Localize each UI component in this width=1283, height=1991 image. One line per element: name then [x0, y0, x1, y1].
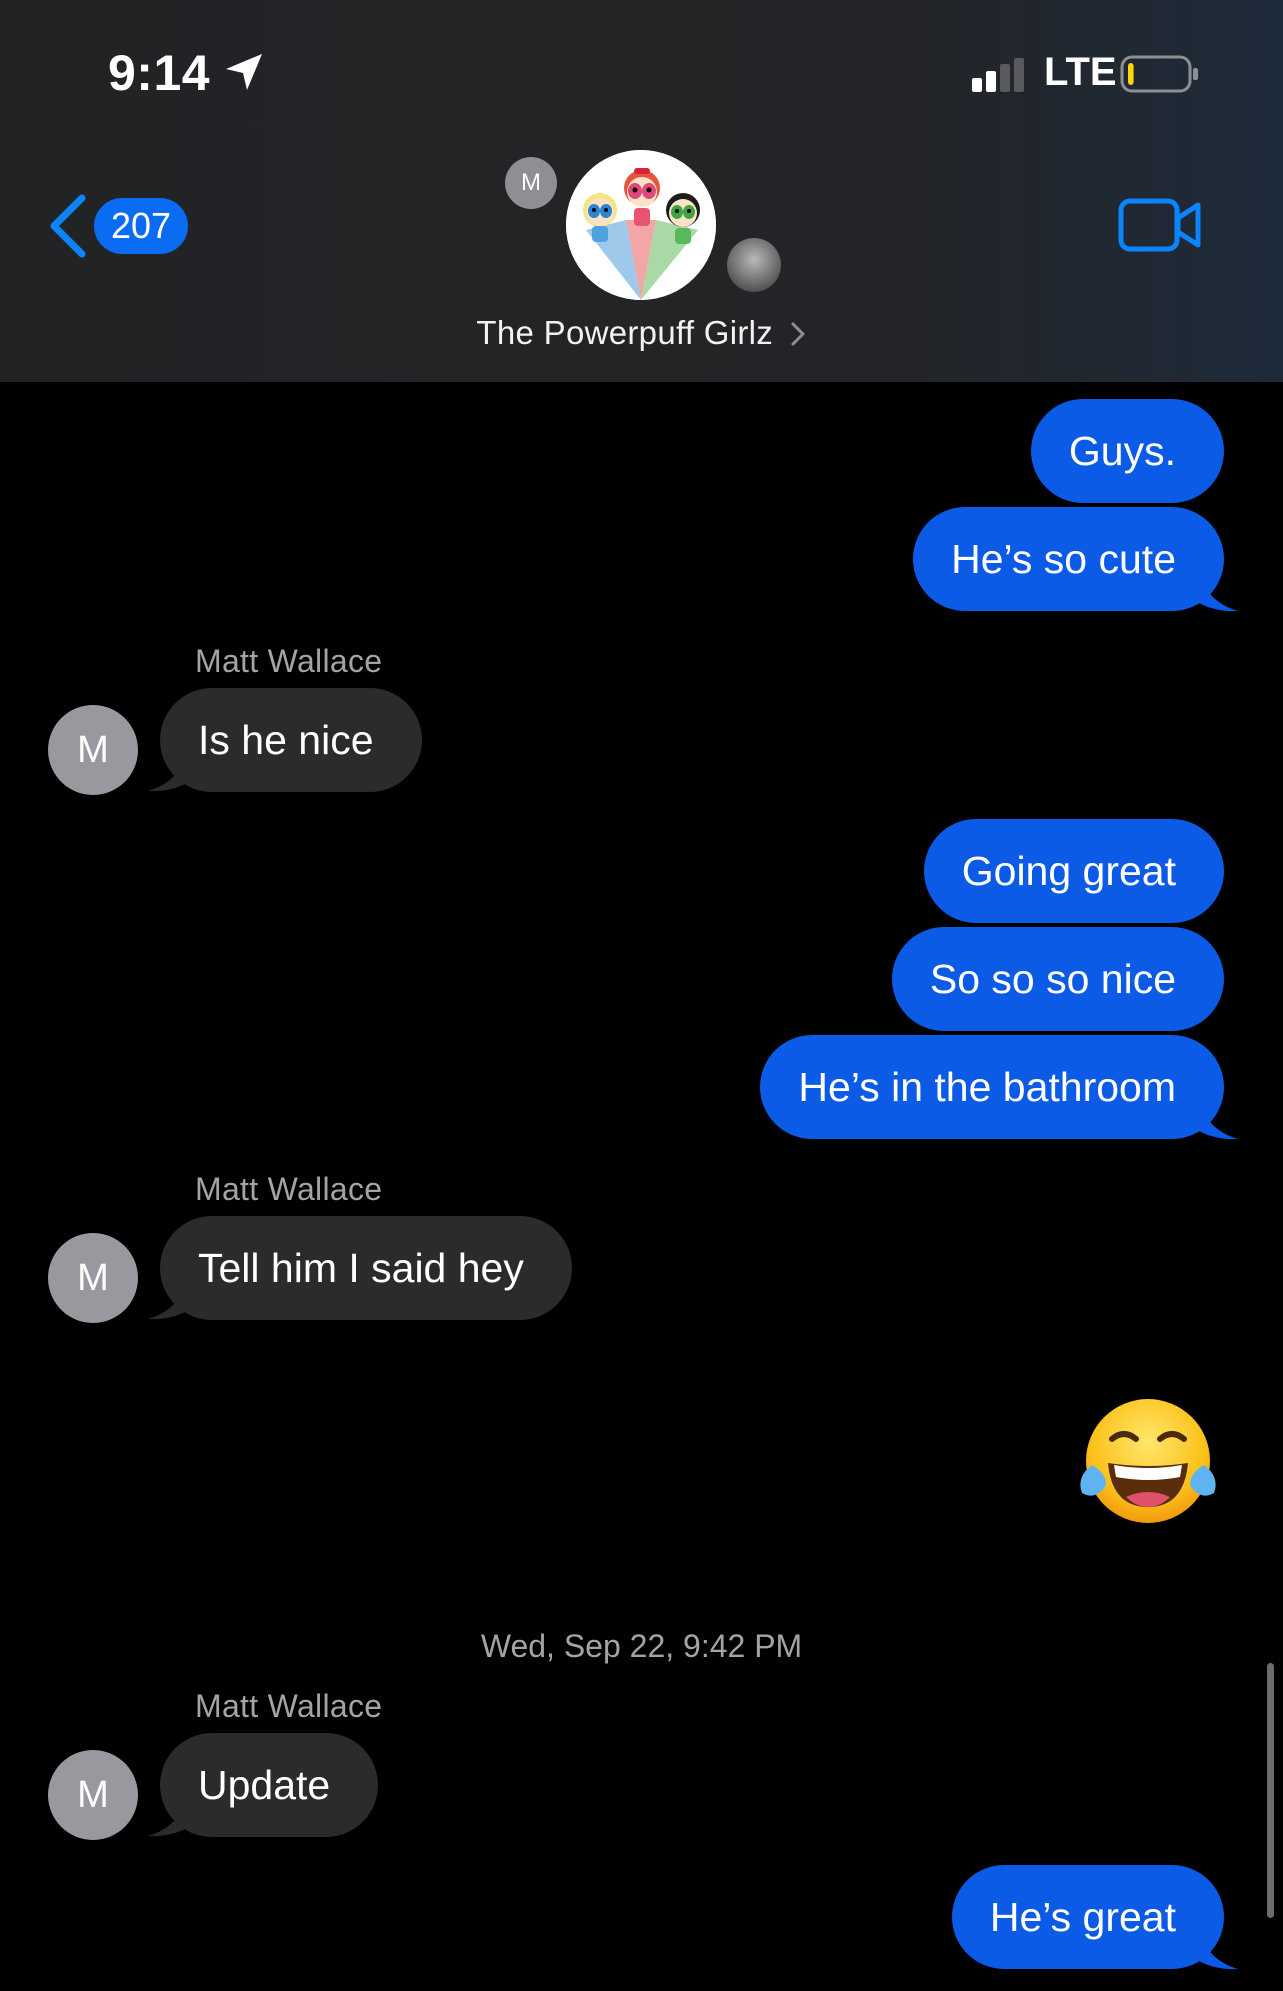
- message-bubble-outgoing[interactable]: He’s great: [951, 1865, 1224, 1969]
- video-camera-icon[interactable]: [1118, 196, 1202, 254]
- status-time: 9:14: [108, 45, 211, 101]
- bubble-tail: [1196, 1094, 1238, 1140]
- group-name-label: The Powerpuff Girlz: [476, 314, 774, 351]
- member-avatar-m: M: [505, 157, 557, 209]
- chevron-left-icon: [50, 194, 86, 258]
- sender-name: Matt Wallace: [195, 643, 383, 679]
- message-bubble-incoming[interactable]: Update: [160, 1733, 379, 1837]
- message-bubble-outgoing[interactable]: He’s in the bathroom: [760, 1035, 1224, 1139]
- message-bubble-incoming[interactable]: Is he nice: [160, 688, 422, 792]
- sender-avatar[interactable]: M: [48, 1233, 138, 1323]
- sender-avatar[interactable]: M: [48, 705, 138, 795]
- unread-count-badge: 207: [94, 198, 188, 254]
- sender-avatar[interactable]: M: [48, 1750, 138, 1840]
- member-avatar-photo: [727, 238, 781, 292]
- message-bubble-outgoing[interactable]: He’s so cute: [913, 507, 1224, 611]
- conversation-header: 9:14 LTE 207 M The Powerpuff Girlz: [0, 0, 1283, 382]
- message-bubble-incoming[interactable]: Tell him I said hey: [160, 1216, 572, 1320]
- sender-name: Matt Wallace: [195, 1171, 383, 1207]
- signal-icon: [972, 58, 1024, 92]
- bubble-tail: [1196, 566, 1238, 612]
- network-type-label: LTE: [1044, 50, 1117, 94]
- message-bubble-outgoing[interactable]: So so so nice: [891, 927, 1224, 1031]
- group-name[interactable]: The Powerpuff Girlz: [0, 314, 1283, 352]
- battery-icon: [1120, 55, 1198, 93]
- group-avatar[interactable]: [566, 150, 716, 300]
- back-button[interactable]: 207: [46, 190, 188, 262]
- message-bubble-outgoing[interactable]: Going great: [923, 819, 1224, 923]
- scrollbar[interactable]: [1267, 1663, 1274, 1918]
- chevron-right-icon: [791, 322, 805, 346]
- message-timestamp: Wed, Sep 22, 9:42 PM: [480, 1628, 803, 1664]
- powerpuff-girls-image: [566, 150, 716, 300]
- face-with-tears-of-joy-icon[interactable]: [1076, 1395, 1220, 1527]
- sender-name: Matt Wallace: [195, 1688, 383, 1724]
- message-bubble-outgoing[interactable]: Guys.: [1030, 399, 1224, 503]
- location-arrow-icon: [226, 54, 262, 90]
- bubble-tail: [1196, 1924, 1238, 1970]
